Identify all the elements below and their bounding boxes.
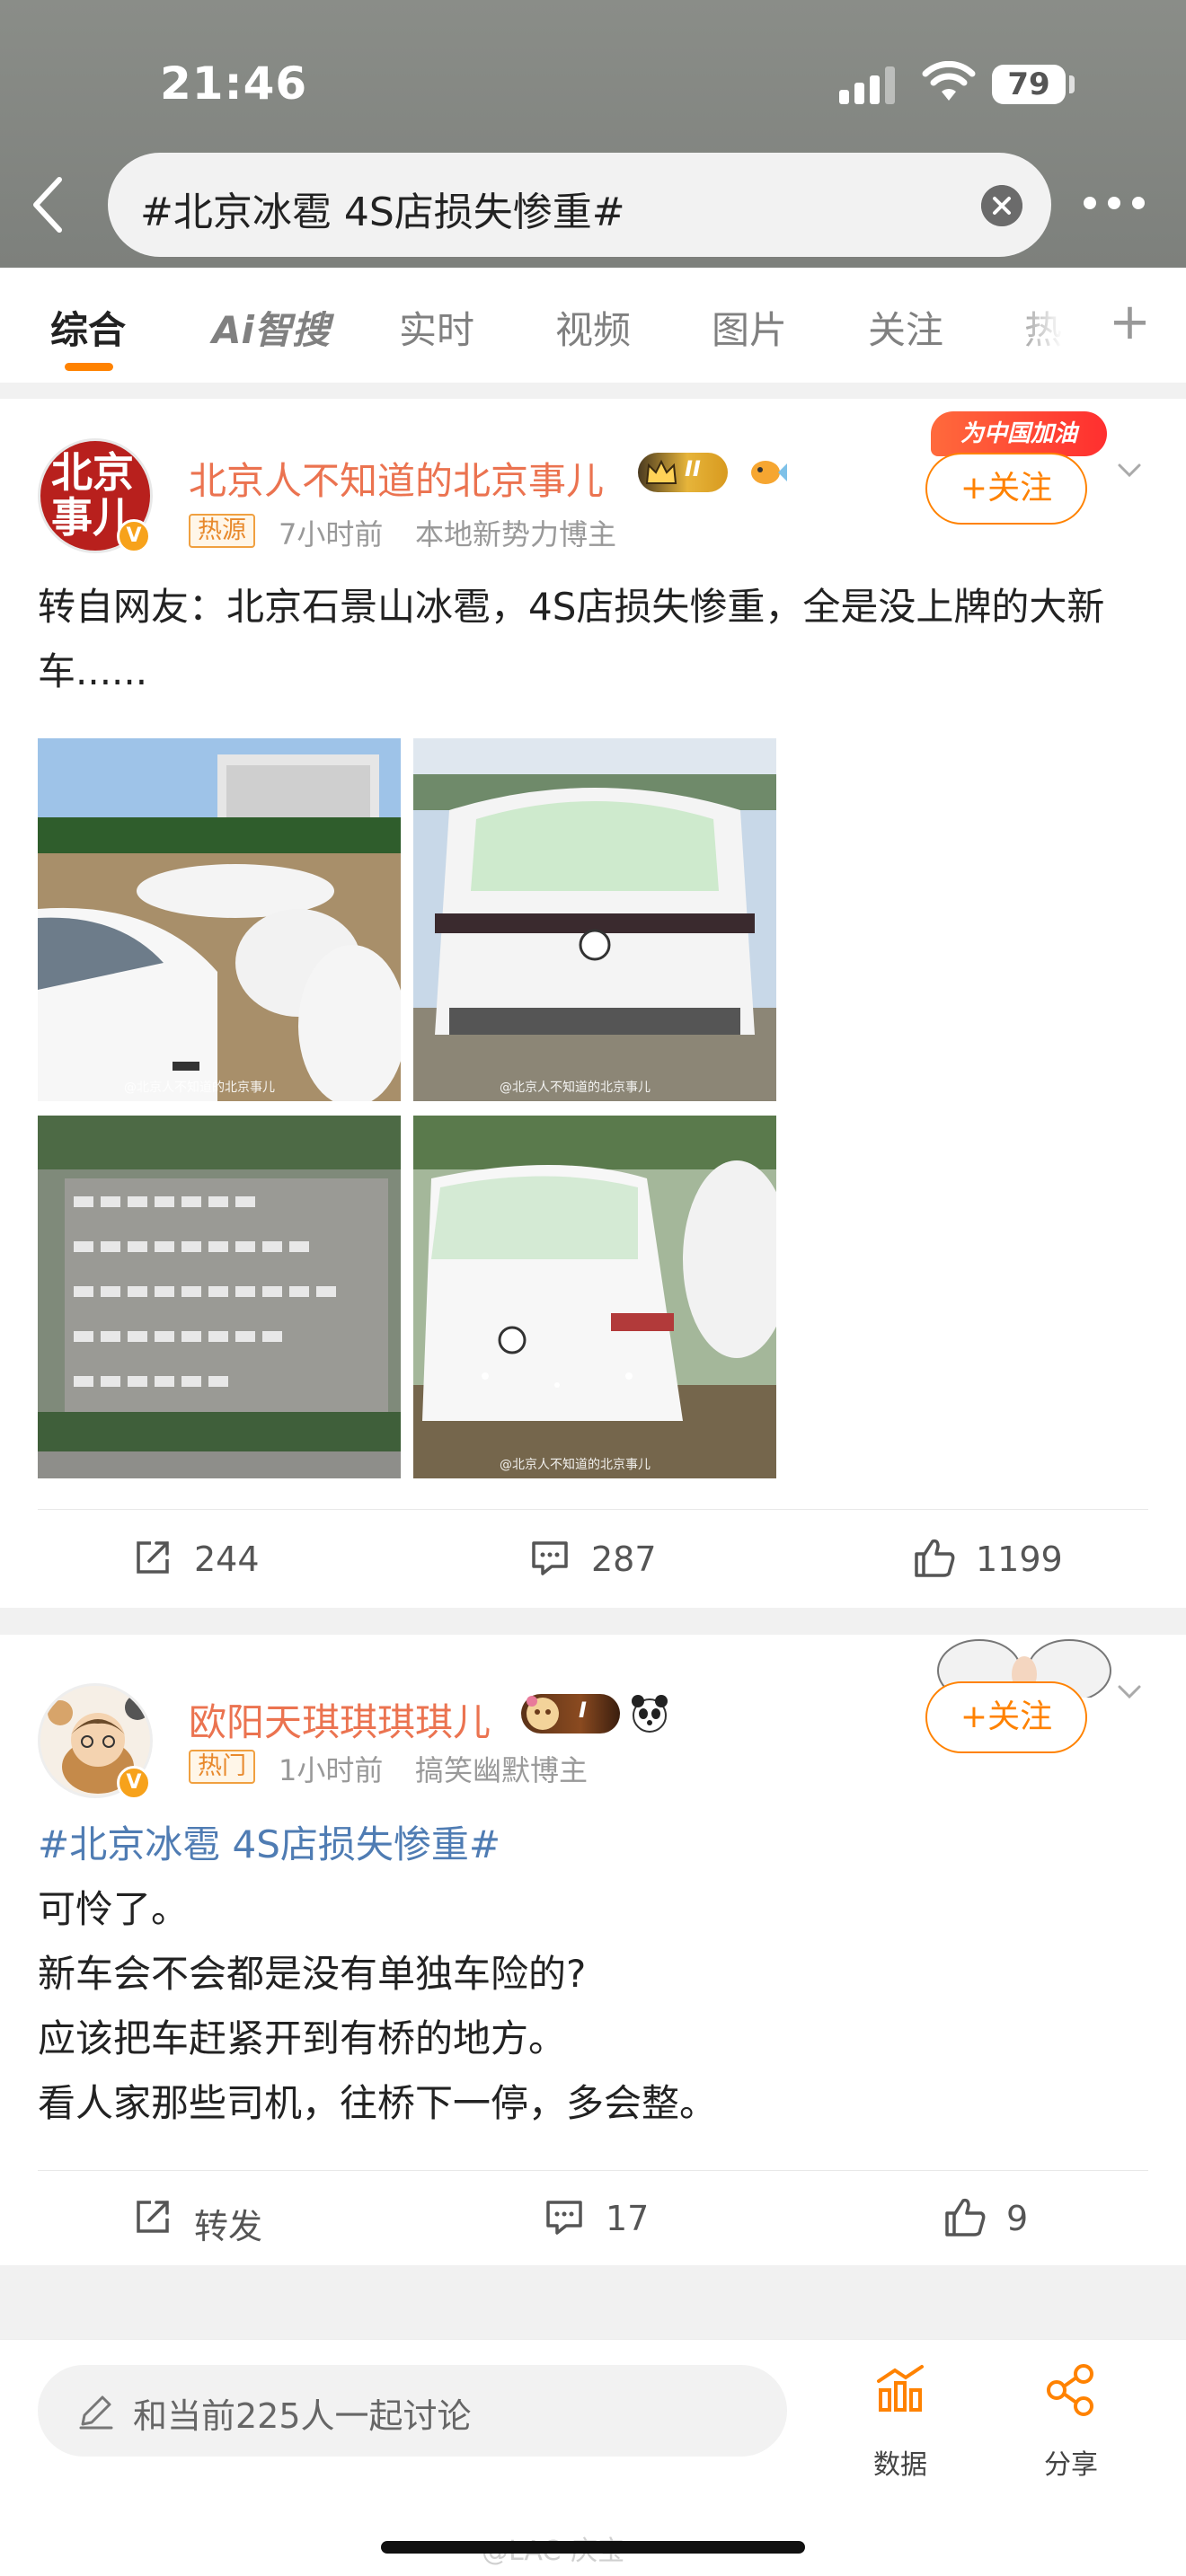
hot-source-tag: 热源 bbox=[189, 514, 255, 548]
verified-badge-icon: V bbox=[117, 1766, 151, 1800]
clear-search-icon[interactable] bbox=[981, 185, 1022, 226]
like-count: 9 bbox=[1006, 2199, 1029, 2238]
tab-images[interactable]: 图片 bbox=[712, 300, 787, 355]
wifi-icon bbox=[922, 61, 976, 101]
repost-icon bbox=[137, 2201, 169, 2233]
back-button[interactable] bbox=[23, 171, 74, 239]
post-time: 7小时前 bbox=[279, 517, 384, 551]
post-image-3[interactable] bbox=[38, 1116, 401, 1478]
tab-fade-overlay bbox=[1006, 268, 1087, 383]
member-level: II bbox=[685, 456, 701, 481]
post-card: 北京事儿 V 北京人不知道的北京事儿 II 热源 7小时前 本地新势力博主 为中… bbox=[0, 399, 1186, 1608]
add-tab-icon[interactable]: + bbox=[1109, 293, 1151, 351]
post-body-text: 转自网友：北京石景山冰雹，4S店损失惨重，全是没上牌的大新车...... bbox=[38, 585, 1105, 693]
more-options-icon[interactable] bbox=[1084, 190, 1152, 217]
search-query-text: #北京冰雹 4S店损失惨重# bbox=[140, 190, 625, 235]
post-body-text: #北京冰雹 4S店损失惨重# 可怜了。 新车会不会都是没有单独车险的? 应该把车… bbox=[38, 1813, 1161, 2136]
image-grid: @北京人不知道的北京事儿 @北京人不知道的北京事儿 @北京人不知道的北京事儿 bbox=[38, 738, 776, 1478]
repost-label: 转发 bbox=[194, 2207, 263, 2246]
follow-campaign-badge: 为中国加油 bbox=[931, 411, 1107, 456]
verified-badge-icon: V bbox=[117, 519, 151, 553]
tab-video[interactable]: 视频 bbox=[555, 300, 631, 355]
author-role: 搞笑幽默博主 bbox=[415, 1753, 589, 1787]
home-indicator[interactable] bbox=[381, 2541, 805, 2554]
search-tabs: 综合 Ai智搜 实时 视频 图片 关注 热 + bbox=[0, 268, 1186, 383]
pencil-icon bbox=[79, 2395, 113, 2430]
share-button[interactable]: 分享 bbox=[1017, 2363, 1125, 2481]
post-image-1[interactable]: @北京人不知道的北京事儿 bbox=[38, 738, 401, 1101]
fish-emblem-icon bbox=[751, 461, 787, 484]
data-label: 数据 bbox=[873, 2449, 927, 2481]
actions-divider bbox=[38, 2170, 1148, 2171]
hot-tag: 热门 bbox=[189, 1750, 255, 1784]
share-label: 分享 bbox=[1044, 2449, 1098, 2481]
author-name[interactable]: 北京人不知道的北京事儿 bbox=[189, 451, 604, 506]
status-time: 21:46 bbox=[160, 57, 308, 110]
panda-emoji-icon bbox=[632, 1695, 668, 1733]
post-hashtag[interactable]: #北京冰雹 4S店损失惨重# bbox=[38, 1813, 1161, 1877]
thumbs-up-icon bbox=[915, 1539, 955, 1577]
data-button[interactable]: 数据 bbox=[846, 2363, 954, 2481]
tab-comprehensive[interactable]: 综合 bbox=[50, 300, 126, 355]
member-level: I bbox=[579, 1698, 587, 1723]
repost-count: 244 bbox=[194, 1539, 260, 1579]
membership-level-icon: I bbox=[521, 1694, 620, 1734]
comment-icon bbox=[546, 2201, 582, 2235]
actions-divider bbox=[38, 1509, 1148, 1510]
tab-following[interactable]: 关注 bbox=[868, 300, 943, 355]
battery-indicator: 79 bbox=[992, 65, 1066, 104]
image-watermark: @北京人不知道的北京事儿 bbox=[124, 1081, 275, 1095]
post-line: 看人家那些司机，往桥下一停，多会整。 bbox=[38, 2081, 718, 2125]
post-line: 新车会不会都是没有单独车险的? bbox=[38, 1952, 587, 1996]
like-count: 1199 bbox=[976, 1539, 1063, 1579]
image-watermark: @北京人不知道的北京事儿 bbox=[500, 1458, 651, 1472]
membership-crown-icon: II bbox=[638, 453, 728, 492]
comment-count: 17 bbox=[606, 2199, 650, 2238]
post-image-4[interactable]: @北京人不知道的北京事儿 bbox=[413, 1116, 776, 1478]
chevron-down-icon[interactable] bbox=[1114, 1676, 1145, 1707]
active-tab-indicator bbox=[65, 363, 113, 371]
discussion-placeholder: 和当前225人一起讨论 bbox=[133, 2396, 472, 2436]
follow-button[interactable]: +关注 bbox=[925, 1681, 1087, 1753]
bar-chart-icon bbox=[877, 2365, 924, 2412]
author-name[interactable]: 欧阳天琪琪琪琪儿 bbox=[189, 1692, 491, 1747]
comment-icon bbox=[532, 1541, 568, 1575]
follow-button[interactable]: +关注 bbox=[925, 453, 1087, 525]
post-line: 可怜了。 bbox=[38, 1887, 190, 1931]
image-watermark: @北京人不知道的北京事儿 bbox=[500, 1081, 651, 1095]
top-header: 21:46 79 #北京冰雹 4S店损失惨重# bbox=[0, 0, 1186, 268]
cellular-signal-icon bbox=[839, 66, 897, 104]
tab-ai-search[interactable]: Ai智搜 bbox=[212, 300, 330, 355]
post-line: 应该把车赶紧开到有桥的地方。 bbox=[38, 2016, 567, 2060]
thumbs-up-icon bbox=[945, 2198, 986, 2236]
comment-count: 287 bbox=[591, 1539, 657, 1579]
post-image-2[interactable]: @北京人不知道的北京事儿 bbox=[413, 738, 776, 1101]
repost-icon bbox=[137, 1541, 169, 1574]
discussion-input[interactable]: 和当前225人一起讨论 bbox=[38, 2365, 787, 2457]
share-icon bbox=[1047, 2364, 1093, 2416]
chevron-down-icon[interactable] bbox=[1114, 454, 1145, 485]
battery-tip bbox=[1069, 75, 1075, 93]
bottom-bar: 和当前225人一起讨论 数据 分享 @LAC-庆宝 bbox=[0, 2339, 1186, 2576]
post-card: V 欧阳天琪琪琪琪儿 I 热门 1小时前 搞笑幽默博主 +关注 #北京冰雹 4S… bbox=[0, 1635, 1186, 2265]
author-role: 本地新势力博主 bbox=[415, 517, 617, 551]
search-input[interactable]: #北京冰雹 4S店损失惨重# bbox=[108, 153, 1051, 257]
post-time: 1小时前 bbox=[279, 1753, 384, 1787]
tab-realtime[interactable]: 实时 bbox=[399, 300, 474, 355]
